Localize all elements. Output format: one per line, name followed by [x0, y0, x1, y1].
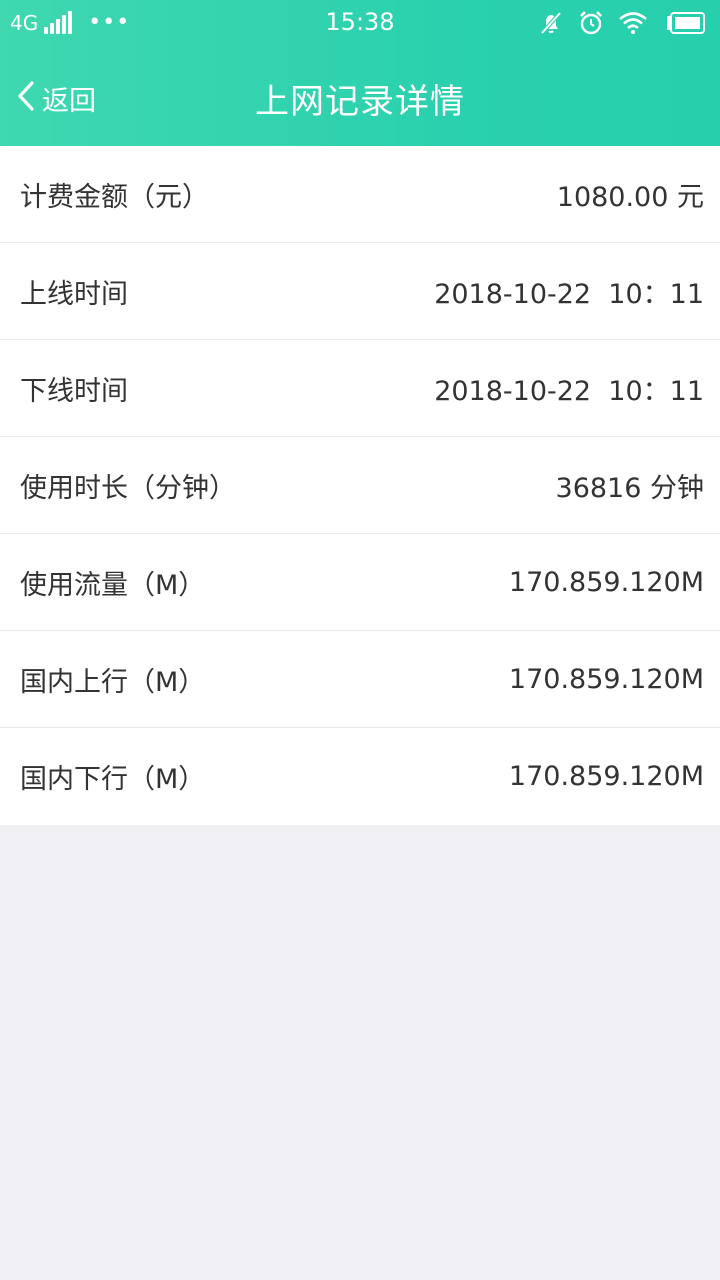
app-header: 4G ••• 15:38 返回 上网记录详情	[0, 0, 720, 146]
row-label: 下线时间	[20, 375, 128, 407]
detail-list: 计费金额（元） 1080.00 元 上线时间 2018-10-22 10：11 …	[0, 146, 720, 825]
row-value: 2018-10-22 10：11	[434, 375, 704, 407]
row-domestic-download: 国内下行（M） 170.859.120M	[0, 728, 720, 825]
page-title: 上网记录详情	[255, 82, 465, 122]
row-duration: 使用时长（分钟） 36816 分钟	[0, 437, 720, 534]
alarm-icon	[578, 10, 604, 36]
row-label: 上线时间	[20, 278, 128, 310]
wifi-icon	[618, 11, 648, 35]
row-value: 2018-10-22 10：11	[434, 278, 704, 310]
row-offline-time: 下线时间 2018-10-22 10：11	[0, 340, 720, 437]
row-value: 170.859.120M	[508, 761, 704, 792]
row-value: 170.859.120M	[508, 663, 704, 695]
row-value: 1080.00 元	[556, 181, 704, 213]
row-billing-amount: 计费金额（元） 1080.00 元	[0, 146, 720, 243]
status-bar: 4G ••• 15:38	[0, 0, 720, 46]
row-label: 国内上行（M）	[20, 666, 206, 698]
row-value: 36816 分钟	[555, 472, 704, 504]
row-value: 170.859.120M	[508, 566, 704, 598]
row-domestic-upload: 国内上行（M） 170.859.120M	[0, 631, 720, 728]
row-label: 使用流量（M）	[20, 569, 206, 601]
nav-bar: 返回 上网记录详情	[0, 46, 720, 146]
row-label: 计费金额（元）	[20, 181, 209, 213]
battery-icon	[666, 12, 706, 34]
row-online-time: 上线时间 2018-10-22 10：11	[0, 243, 720, 340]
status-right	[524, 9, 706, 37]
mute-bell-icon	[538, 10, 564, 36]
row-traffic: 使用流量（M） 170.859.120M	[0, 534, 720, 631]
row-label: 使用时长（分钟）	[20, 472, 236, 504]
row-label: 国内下行（M）	[20, 764, 206, 795]
